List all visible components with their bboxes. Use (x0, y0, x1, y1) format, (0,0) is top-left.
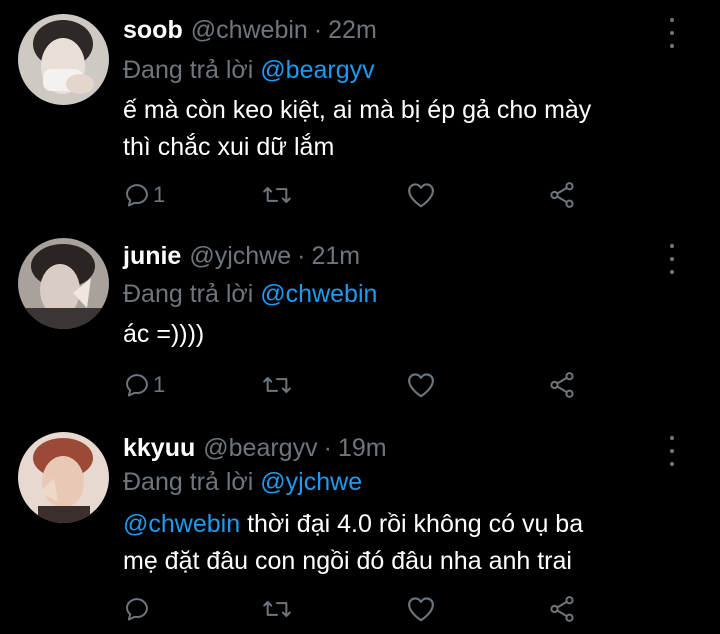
share-icon (550, 372, 574, 398)
share-button[interactable] (547, 178, 577, 212)
tweet-actions (123, 592, 593, 626)
tweet-2[interactable]: junie @yjchwe · 21m Đang trả lời @chwebin á… (0, 224, 720, 414)
tweet-text: @chwebin thời đại 4.0 rồi không có vụ ba… (123, 510, 584, 575)
replying-to-mention[interactable]: @chwebin (260, 280, 377, 308)
replying-to-mention[interactable]: @beargyv (260, 56, 374, 84)
share-button[interactable] (547, 592, 577, 626)
share-icon (550, 182, 574, 208)
tweet-text: ác =)))) (123, 320, 205, 348)
handle[interactable]: @yjchwe (189, 242, 291, 270)
body-mention[interactable]: @chwebin (123, 510, 240, 538)
retweet-button[interactable] (260, 592, 294, 626)
more-icon[interactable] (664, 18, 680, 48)
more-icon[interactable] (664, 436, 680, 466)
reply-icon (126, 374, 148, 397)
timestamp[interactable]: 19m (338, 434, 387, 462)
tweet-actions: 1 (123, 178, 593, 212)
more-icon[interactable] (664, 244, 680, 274)
like-icon (408, 373, 434, 398)
avatar[interactable] (18, 432, 109, 523)
reply-icon (126, 184, 148, 207)
like-icon (408, 597, 434, 622)
timestamp[interactable]: 21m (311, 242, 360, 270)
reply-count: 1 (153, 372, 166, 397)
reply-button[interactable] (123, 592, 153, 626)
handle[interactable]: @chwebin (191, 16, 308, 44)
retweet-icon (263, 601, 291, 617)
replying-to: Đang trả lời @chwebin (123, 280, 378, 308)
reply-button[interactable]: 1 (123, 368, 165, 402)
like-button[interactable] (406, 368, 436, 402)
replying-to-mention[interactable]: @yjchwe (260, 468, 362, 496)
tweet-actions: 1 (123, 368, 593, 402)
avatar[interactable] (18, 238, 109, 329)
display-name[interactable]: junie @yjchwe · 21m (123, 242, 360, 271)
retweet-button[interactable] (260, 368, 294, 402)
retweet-icon (263, 187, 291, 203)
timestamp[interactable]: 22m (328, 16, 377, 44)
tweet-3[interactable]: kkyuu @beargyv · 19m Đang trả lời @yjchwe @… (0, 418, 720, 634)
like-button[interactable] (406, 178, 436, 212)
share-icon (550, 596, 574, 622)
reply-icon (126, 598, 148, 621)
tweet-1[interactable]: soob @chwebin · 22m Đang trả lời @beargyv ế… (0, 0, 720, 220)
like-button[interactable] (406, 592, 436, 626)
tweet-text: ế mà còn keo kiệt, ai mà bị ép gả cho mà… (123, 96, 592, 161)
share-button[interactable] (547, 368, 577, 402)
retweet-button[interactable] (260, 178, 294, 212)
display-name[interactable]: soob @chwebin · 22m (123, 16, 377, 45)
handle[interactable]: @beargyv (203, 434, 317, 462)
display-name[interactable]: kkyuu @beargyv · 19m (123, 434, 387, 463)
replying-to: Đang trả lời @beargyv (123, 56, 375, 84)
avatar[interactable] (18, 14, 109, 105)
reply-count: 1 (153, 182, 166, 207)
retweet-icon (263, 377, 291, 393)
like-icon (408, 183, 434, 208)
replying-to: Đang trả lời @yjchwe (123, 468, 363, 496)
reply-button[interactable]: 1 (123, 178, 165, 212)
